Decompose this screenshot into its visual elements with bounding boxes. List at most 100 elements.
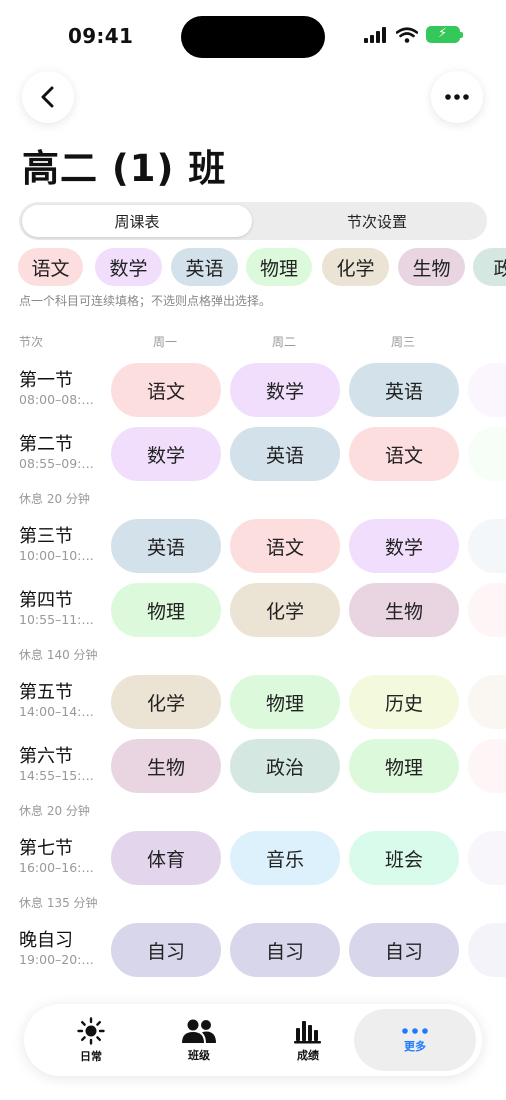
period-label: 第一节 08:00–08:…	[19, 370, 94, 408]
tab-daily-label: 日常	[80, 1049, 102, 1063]
header-tuesday: 周二	[272, 335, 297, 349]
sun-icon	[77, 1016, 105, 1045]
tab-class[interactable]: 班级	[144, 1004, 254, 1076]
more-dots-icon	[402, 1027, 428, 1034]
timetable-grid: 第一节 08:00–08:… 语文 数学 英语 第二节 08:55–09:… 数学 英语 语文 休息…	[0, 360, 506, 990]
period-name: 第七节	[19, 838, 73, 859]
period-name: 第一节	[19, 370, 73, 391]
period-name: 晚自习	[19, 930, 73, 951]
schedule-cell[interactable]: 物理	[349, 739, 459, 793]
schedule-cell-thursday[interactable]	[468, 519, 506, 573]
schedule-cell[interactable]: 物理	[111, 583, 221, 637]
schedule-cell-thursday[interactable]	[468, 583, 506, 637]
status-time: 09:41	[68, 24, 134, 48]
schedule-cell-thursday[interactable]	[468, 363, 506, 417]
schedule-cell[interactable]: 数学	[349, 519, 459, 573]
schedule-cell-thursday[interactable]	[468, 739, 506, 793]
period-time: 10:55–11:…	[19, 612, 94, 627]
signal-icon	[364, 26, 386, 43]
tab-more-label: 更多	[404, 1039, 426, 1053]
bottom-tab-bar: 日常 班级 成绩 更多	[24, 1004, 482, 1076]
header-period: 节次	[19, 335, 44, 349]
wifi-icon	[396, 26, 418, 43]
break-label: 休息 140 分钟	[19, 648, 98, 662]
people-icon	[182, 1019, 216, 1043]
period-name: 第四节	[19, 590, 73, 611]
chevron-left-icon	[41, 86, 54, 108]
schedule-cell[interactable]: 物理	[230, 675, 340, 729]
subject-chip[interactable]: 数学	[95, 248, 162, 286]
schedule-cell[interactable]: 英语	[349, 363, 459, 417]
schedule-cell[interactable]: 语文	[230, 519, 340, 573]
break-label: 休息 135 分钟	[19, 896, 98, 910]
subject-chip[interactable]: 生物	[398, 248, 465, 286]
ellipsis-icon	[445, 94, 469, 100]
period-label: 第五节 14:00–14:…	[19, 682, 94, 720]
period-name: 第三节	[19, 526, 73, 547]
schedule-cell[interactable]: 历史	[349, 675, 459, 729]
tab-weekly-schedule[interactable]: 周课表	[22, 205, 252, 237]
period-label: 第四节 10:55–11:…	[19, 590, 94, 628]
period-time: 10:00–10:…	[19, 548, 94, 563]
tab-grades[interactable]: 成绩	[253, 1004, 363, 1076]
period-time: 08:00–08:…	[19, 392, 94, 407]
period-name: 第五节	[19, 682, 73, 703]
schedule-cell[interactable]: 生物	[111, 739, 221, 793]
break-label: 休息 20 分钟	[19, 804, 90, 818]
schedule-cell-thursday[interactable]	[468, 427, 506, 481]
schedule-cell[interactable]: 化学	[111, 675, 221, 729]
segmented-control: 周课表 节次设置	[19, 202, 487, 240]
tab-class-label: 班级	[188, 1048, 210, 1062]
period-time: 14:00–14:…	[19, 704, 94, 719]
header-wednesday: 周三	[391, 335, 416, 349]
schedule-cell[interactable]: 自习	[230, 923, 340, 977]
period-label: 第六节 14:55–15:…	[19, 746, 94, 784]
schedule-cell[interactable]: 生物	[349, 583, 459, 637]
back-button[interactable]	[22, 71, 74, 123]
schedule-cell[interactable]: 自习	[349, 923, 459, 977]
period-name: 第六节	[19, 746, 73, 767]
tab-daily[interactable]: 日常	[36, 1004, 146, 1076]
subject-chip[interactable]: 物理	[246, 248, 312, 286]
schedule-cell-thursday[interactable]	[468, 675, 506, 729]
bar-chart-icon	[294, 1020, 321, 1043]
schedule-cell[interactable]: 体育	[111, 831, 221, 885]
schedule-cell[interactable]: 化学	[230, 583, 340, 637]
schedule-cell[interactable]: 数学	[230, 363, 340, 417]
period-name: 第二节	[19, 434, 73, 455]
header-monday: 周一	[153, 335, 178, 349]
period-time: 14:55–15:…	[19, 768, 94, 783]
battery-icon: ⚡	[426, 26, 463, 43]
schedule-cell[interactable]: 语文	[349, 427, 459, 481]
page-title: 高二 (1) 班	[22, 147, 227, 190]
subject-chip-row: 语文 数学 英语 物理 化学 生物政	[18, 248, 506, 288]
more-options-button[interactable]	[431, 71, 483, 123]
period-time: 08:55–09:…	[19, 456, 94, 471]
schedule-cell[interactable]: 数学	[111, 427, 221, 481]
status-bar: 09:41 ⚡	[0, 0, 506, 74]
grid-header: 节次 周一 周二 周三	[0, 333, 506, 351]
subject-chip[interactable]: 政	[473, 248, 506, 286]
schedule-cell[interactable]: 班会	[349, 831, 459, 885]
schedule-cell[interactable]: 英语	[230, 427, 340, 481]
period-label: 第七节 16:00–16:…	[19, 838, 94, 876]
break-label: 休息 20 分钟	[19, 492, 90, 506]
schedule-cell[interactable]: 语文	[111, 363, 221, 417]
period-label: 晚自习 19:00–20:…	[19, 930, 94, 968]
period-time: 16:00–16:…	[19, 860, 94, 875]
period-label: 第二节 08:55–09:…	[19, 434, 94, 472]
subject-chip[interactable]: 化学	[322, 248, 389, 286]
tab-period-settings[interactable]: 节次设置	[271, 205, 483, 237]
dynamic-island	[181, 16, 325, 58]
schedule-cell-thursday[interactable]	[468, 831, 506, 885]
subject-chip[interactable]: 英语	[171, 248, 238, 286]
schedule-cell[interactable]: 政治	[230, 739, 340, 793]
schedule-cell-thursday[interactable]	[468, 923, 506, 977]
schedule-cell[interactable]: 自习	[111, 923, 221, 977]
tab-grades-label: 成绩	[297, 1048, 319, 1062]
subject-chip[interactable]: 语文	[18, 248, 83, 286]
schedule-cell[interactable]: 英语	[111, 519, 221, 573]
schedule-cell[interactable]: 音乐	[230, 831, 340, 885]
tab-more[interactable]: 更多	[354, 1009, 476, 1071]
period-time: 19:00–20:…	[19, 952, 94, 967]
